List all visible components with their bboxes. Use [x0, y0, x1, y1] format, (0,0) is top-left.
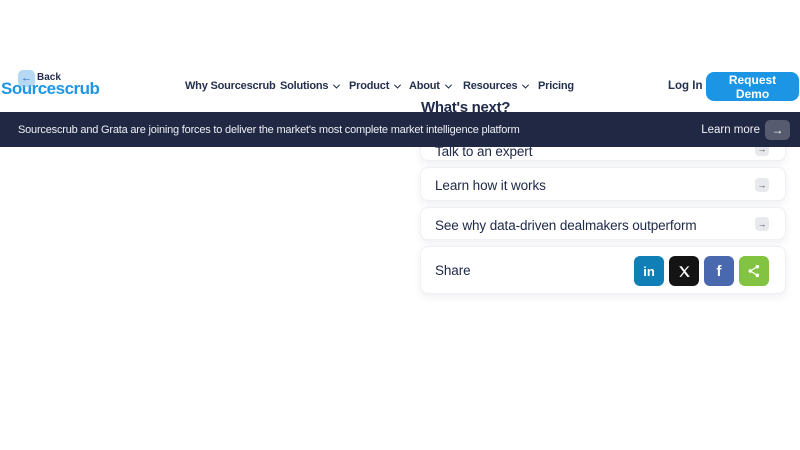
row-label: Learn how it works [435, 178, 546, 193]
chevron-down-icon [522, 81, 529, 88]
nav-item-why-sourcescrub[interactable]: Why Sourcescrub [185, 80, 276, 92]
card-row-see-why-dealmakers-outperform[interactable]: See why data-driven dealmakers outperfor… [420, 207, 786, 240]
learn-more-link[interactable]: Learn more [701, 124, 760, 136]
facebook-icon: f [717, 263, 722, 280]
chevron-down-icon [394, 81, 401, 88]
share-buttons: in f [634, 256, 769, 286]
nav-label: Resources [463, 80, 517, 92]
arrow-right-icon[interactable]: → [765, 120, 790, 140]
x-twitter-icon [677, 264, 692, 279]
share-row: Share in f [420, 246, 786, 294]
nav-label: Product [349, 80, 389, 92]
row-label: See why data-driven dealmakers outperfor… [435, 218, 697, 233]
log-in-link[interactable]: Log In [668, 80, 703, 92]
announcement-cta: Learn more → [701, 112, 790, 147]
back-button[interactable]: ← [18, 70, 35, 87]
nav-label: Why Sourcescrub [185, 80, 276, 92]
card-row-learn-how-it-works[interactable]: Learn how it works → [420, 167, 786, 201]
linkedin-share-button[interactable]: in [634, 256, 664, 286]
arrow-left-icon: ← [21, 73, 32, 84]
generic-share-button[interactable] [739, 256, 769, 286]
nav-label: About [409, 80, 440, 92]
linkedin-icon: in [643, 264, 655, 279]
share-label: Share [435, 263, 471, 278]
back-button-label[interactable]: Back [37, 72, 61, 83]
share-nodes-icon [746, 263, 762, 279]
top-navigation-bar: Sourcescrub ← Back Why Sourcescrub Solut… [0, 0, 800, 112]
nav-item-pricing[interactable]: Pricing [538, 80, 574, 92]
nav-item-resources[interactable]: Resources [463, 80, 528, 92]
request-demo-button[interactable]: Request Demo [706, 72, 799, 101]
nav-label: Pricing [538, 80, 574, 92]
nav-item-product[interactable]: Product [349, 80, 400, 92]
x-twitter-share-button[interactable] [669, 256, 699, 286]
nav-item-about[interactable]: About [409, 80, 451, 92]
chevron-down-icon [445, 81, 452, 88]
chevron-down-icon [333, 81, 340, 88]
arrow-right-icon[interactable]: → [755, 217, 769, 231]
announcement-text: Sourcescrub and Grata are joining forces… [18, 124, 520, 136]
announcement-banner: Sourcescrub and Grata are joining forces… [0, 112, 800, 147]
nav-item-solutions[interactable]: Solutions [280, 80, 339, 92]
page: Sourcescrub ← Back Why Sourcescrub Solut… [0, 0, 800, 450]
facebook-share-button[interactable]: f [704, 256, 734, 286]
nav-label: Solutions [280, 80, 328, 92]
arrow-right-icon[interactable]: → [755, 178, 769, 192]
